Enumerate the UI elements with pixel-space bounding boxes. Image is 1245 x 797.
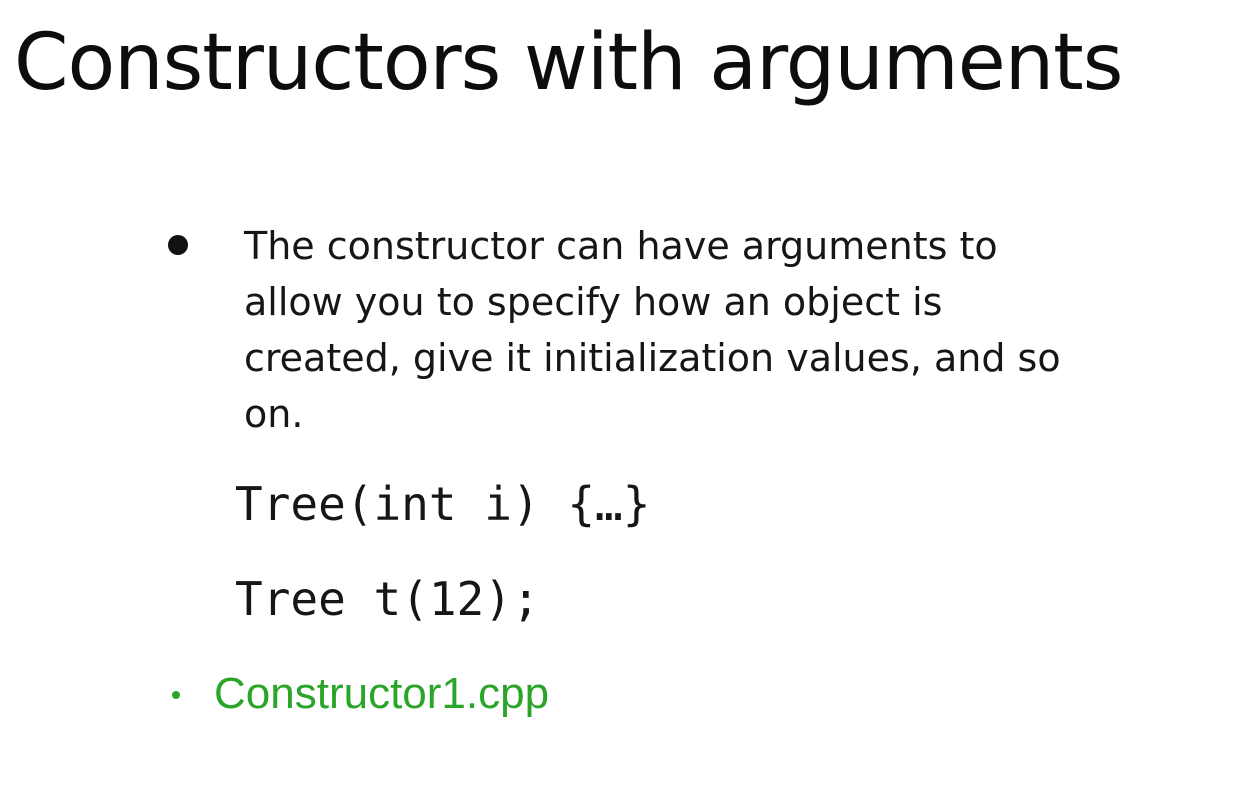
code-line-constructor: Tree(int i) {…} (235, 477, 651, 531)
code-line-instantiation: Tree t(12); (235, 572, 540, 626)
slide-title: Constructors with arguments (14, 18, 1123, 108)
bullet-text: The constructor can have arguments to al… (244, 224, 1061, 436)
file-link[interactable]: Constructor1.cpp (214, 666, 549, 722)
bullet-icon (168, 235, 188, 255)
bullet-icon (172, 691, 180, 699)
